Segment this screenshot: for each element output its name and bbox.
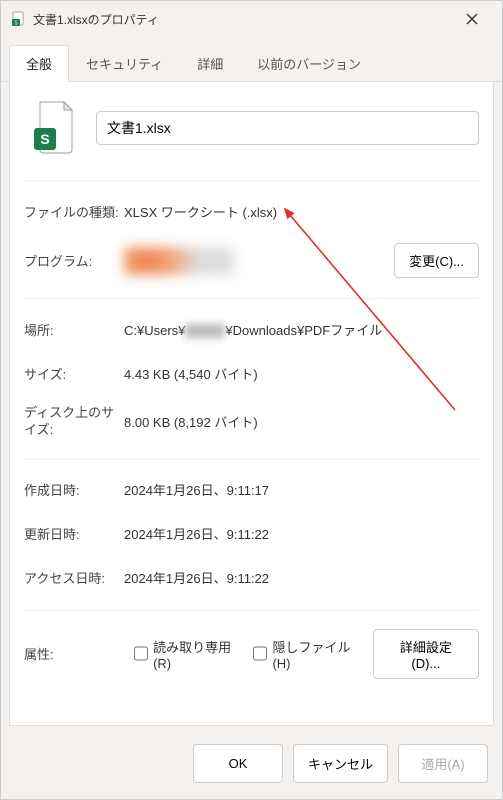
label-accessed: アクセス日時: bbox=[24, 568, 124, 587]
titlebar: S 文書1.xlsxのプロパティ bbox=[1, 1, 502, 37]
value-filetype: XLSX ワークシート (.xlsx) bbox=[124, 202, 479, 221]
dialog-title: 文書1.xlsxのプロパティ bbox=[33, 11, 159, 28]
row-modified: 更新日時: 2024年1月26日、9:11:22 bbox=[24, 522, 479, 546]
tab-security[interactable]: セキュリティ bbox=[69, 45, 180, 81]
checkbox-hidden[interactable]: 隠しファイル(H) bbox=[253, 637, 362, 671]
value-created: 2024年1月26日、9:11:17 bbox=[124, 480, 479, 499]
value-modified: 2024年1月26日、9:11:22 bbox=[124, 524, 479, 543]
value-size: 4.43 KB (4,540 バイト) bbox=[124, 364, 479, 383]
checkbox-hidden-label: 隠しファイル(H) bbox=[272, 637, 362, 671]
label-location: 場所: bbox=[24, 320, 124, 339]
tab-content-general: S ファイルの種類: XLSX ワークシート (.xlsx) プログラム: 変更… bbox=[9, 82, 494, 726]
close-button[interactable] bbox=[452, 4, 492, 34]
dialog-footer: OK キャンセル 適用(A) bbox=[1, 734, 502, 799]
file-header-row: S bbox=[24, 100, 479, 156]
value-disksize: 8.00 KB (8,192 バイト) bbox=[124, 412, 479, 431]
row-location: 場所: C:¥Users¥ ¥Downloads¥PDFファイル bbox=[24, 317, 479, 341]
separator bbox=[24, 610, 479, 611]
tab-general[interactable]: 全般 bbox=[9, 45, 69, 82]
separator bbox=[24, 459, 479, 460]
program-redacted bbox=[124, 247, 234, 275]
tab-details[interactable]: 詳細 bbox=[180, 45, 240, 81]
row-filetype: ファイルの種類: XLSX ワークシート (.xlsx) bbox=[24, 199, 479, 223]
label-disksize: ディスク上のサイズ: bbox=[24, 405, 124, 439]
value-location: C:¥Users¥ ¥Downloads¥PDFファイル bbox=[124, 320, 479, 339]
tab-previous-versions[interactable]: 以前のバージョン bbox=[240, 45, 378, 81]
label-program: プログラム: bbox=[24, 251, 124, 270]
label-created: 作成日時: bbox=[24, 480, 124, 499]
close-icon bbox=[466, 13, 478, 25]
checkbox-readonly-input[interactable] bbox=[134, 646, 148, 661]
row-program: プログラム: 変更(C)... bbox=[24, 243, 479, 278]
change-program-button[interactable]: 変更(C)... bbox=[394, 243, 479, 278]
label-modified: 更新日時: bbox=[24, 524, 124, 543]
location-prefix: C:¥Users¥ bbox=[124, 323, 185, 338]
cancel-button[interactable]: キャンセル bbox=[293, 744, 388, 783]
advanced-button[interactable]: 詳細設定(D)... bbox=[373, 629, 479, 679]
checkbox-readonly-label: 読み取り専用(R) bbox=[153, 637, 243, 671]
location-redacted bbox=[185, 324, 225, 338]
svg-text:S: S bbox=[40, 131, 49, 147]
row-attributes: 属性: 読み取り専用(R) 隠しファイル(H) 詳細設定(D)... bbox=[24, 629, 479, 679]
separator bbox=[24, 298, 479, 299]
checkbox-hidden-input[interactable] bbox=[253, 646, 267, 661]
label-filetype: ファイルの種類: bbox=[24, 202, 124, 221]
apply-button[interactable]: 適用(A) bbox=[398, 744, 488, 783]
label-size: サイズ: bbox=[24, 364, 124, 383]
label-attributes: 属性: bbox=[24, 644, 124, 663]
filename-input[interactable] bbox=[96, 111, 479, 145]
file-large-icon: S bbox=[30, 100, 78, 156]
checkbox-readonly[interactable]: 読み取り専用(R) bbox=[134, 637, 243, 671]
separator bbox=[24, 180, 479, 181]
titlebar-left: S 文書1.xlsxのプロパティ bbox=[11, 11, 159, 28]
value-program bbox=[124, 247, 394, 275]
ok-button[interactable]: OK bbox=[193, 744, 283, 783]
properties-dialog: S 文書1.xlsxのプロパティ 全般 セキュリティ 詳細 以前のバージョン bbox=[0, 0, 503, 800]
location-suffix: ¥Downloads¥PDFファイル bbox=[225, 323, 382, 338]
value-accessed: 2024年1月26日、9:11:22 bbox=[124, 568, 479, 587]
row-disksize: ディスク上のサイズ: 8.00 KB (8,192 バイト) bbox=[24, 405, 479, 439]
tab-strip: 全般 セキュリティ 詳細 以前のバージョン bbox=[1, 45, 502, 82]
file-xlsx-icon: S bbox=[11, 11, 27, 27]
row-accessed: アクセス日時: 2024年1月26日、9:11:22 bbox=[24, 566, 479, 590]
row-created: 作成日時: 2024年1月26日、9:11:17 bbox=[24, 478, 479, 502]
row-size: サイズ: 4.43 KB (4,540 バイト) bbox=[24, 361, 479, 385]
